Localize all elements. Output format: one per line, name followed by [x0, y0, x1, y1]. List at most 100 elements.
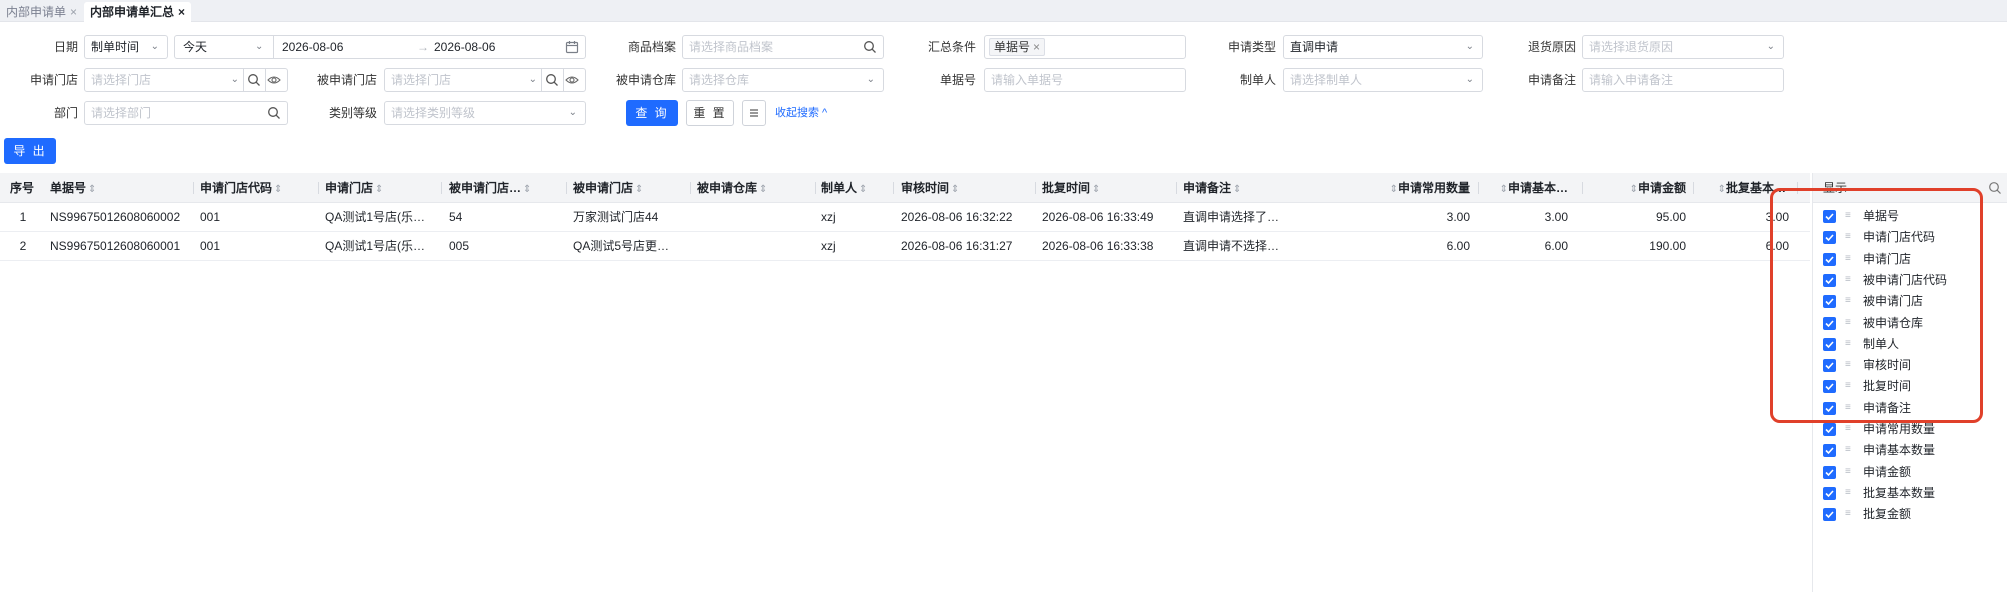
target-store-select[interactable]: 请选择门店 ⌄ — [384, 68, 586, 92]
column-header-label: 制单人 — [821, 181, 858, 195]
column-header[interactable]: 申请门店 ⇕ — [325, 173, 445, 203]
apply-type-select[interactable]: 直调申请 ⌄ — [1283, 35, 1483, 59]
department-select[interactable]: 请选择部门 — [84, 101, 288, 125]
sort-icon[interactable]: ⇕ — [1092, 184, 1100, 195]
summary-label: 汇总条件 — [927, 40, 976, 54]
column-header-label: 申请门店 — [325, 181, 374, 195]
column-header[interactable]: 被申请门店 ⇕ — [573, 173, 693, 203]
drag-handle-icon[interactable]: ≡ — [1845, 423, 1854, 435]
remark-input[interactable]: 请输入申请备注 — [1582, 68, 1784, 92]
check-icon — [1825, 511, 1834, 519]
search-icon[interactable] — [267, 106, 281, 120]
query-button[interactable]: 查 询 — [626, 100, 678, 126]
eye-icon[interactable] — [267, 73, 281, 87]
column-header-label: 序号 — [10, 181, 35, 195]
close-icon[interactable]: × — [178, 5, 185, 19]
drag-handle-icon[interactable]: ≡ — [1845, 444, 1854, 456]
product-select[interactable]: 请选择商品档案 — [682, 35, 884, 59]
table-row[interactable]: 1 NS99675012608060002 001 QA测试1号店(乐… 54 … — [0, 203, 1810, 232]
column-checkbox[interactable] — [1823, 423, 1836, 436]
sort-icon[interactable]: ⇕ — [759, 184, 767, 195]
drag-handle-icon[interactable]: ≡ — [1845, 487, 1854, 499]
column-header[interactable]: 序号 — [10, 173, 38, 203]
return-reason-placeholder: 请选择退货原因 — [1589, 40, 1674, 54]
tab-internal-request-summary[interactable]: 内部申请单汇总 × — [84, 2, 192, 22]
column-toggle-item[interactable]: ≡ 申请金额 — [1823, 462, 2003, 483]
doc-no-input[interactable]: 请输入单据号 — [984, 68, 1186, 92]
column-toggle-item[interactable]: ≡ 申请基本数量 — [1823, 440, 2003, 461]
date-type-select[interactable]: 制单时间 ⌄ — [84, 35, 168, 59]
column-header[interactable]: 申请备注 ⇕ — [1183, 173, 1343, 203]
sort-icon[interactable]: ⇕ — [1500, 184, 1508, 195]
creator-select[interactable]: 请选择制单人 ⌄ — [1283, 68, 1483, 92]
column-header[interactable]: 单据号 ⇕ — [50, 173, 190, 203]
cell-apply-amount: 190.00 — [1649, 239, 1686, 253]
column-header[interactable]: ⇕申请基本… — [1488, 173, 1568, 203]
table-header: 序号 单据号 ⇕ 申请门店代码 ⇕ 申请门店 ⇕ 被申请门店… ⇕ 被申请门店 ⇕ 被申请… — [0, 173, 1810, 203]
remark-label: 申请备注 — [1527, 73, 1576, 87]
column-header-label: 审核时间 — [901, 181, 950, 195]
cell-audit-time: 2026-08-06 16:31:27 — [901, 239, 1013, 253]
reset-button[interactable]: 重 置 — [686, 100, 734, 126]
sort-icon[interactable]: ⇕ — [1630, 184, 1638, 195]
date-range-picker[interactable]: 今天 ⌄ 2026-08-06 → 2026-08-06 — [174, 35, 586, 59]
list-settings-button[interactable] — [742, 100, 766, 126]
collapse-search-link[interactable]: 收起搜索 ^ — [775, 100, 827, 126]
sort-icon[interactable]: ⇕ — [274, 184, 282, 195]
apply-store-placeholder: 请选择门店 — [91, 73, 152, 87]
search-icon[interactable] — [247, 73, 261, 87]
sort-icon[interactable]: ⇕ — [1233, 184, 1241, 195]
cell-apply-store-code: 001 — [200, 210, 221, 224]
close-icon[interactable]: × — [1033, 40, 1040, 54]
sort-icon[interactable]: ⇕ — [1390, 184, 1398, 195]
column-header[interactable]: 申请门店代码 ⇕ — [200, 173, 320, 203]
column-checkbox[interactable] — [1823, 486, 1836, 500]
apply-store-select[interactable]: 请选择门店 ⌄ — [84, 68, 288, 92]
export-button[interactable]: 导 出 — [4, 138, 56, 164]
category-select[interactable]: 请选择类别等级 ⌄ — [384, 101, 586, 125]
drag-handle-icon[interactable]: ≡ — [1845, 466, 1854, 478]
column-header-label: 申请常用数量 — [1397, 181, 1470, 195]
column-checkbox[interactable] — [1823, 444, 1836, 458]
end-date[interactable]: 2026-08-06 — [434, 36, 495, 58]
tab-bar: 内部申请单 × 内部申请单汇总 × — [0, 0, 2007, 22]
column-header[interactable]: 被申请门店… ⇕ — [449, 173, 544, 203]
summary-select[interactable]: 单据号 × — [984, 35, 1186, 59]
search-icon[interactable] — [545, 73, 559, 87]
eye-icon[interactable] — [565, 73, 579, 87]
column-header[interactable]: 批复时间 ⇕ — [1042, 173, 1172, 203]
apply-type-label: 申请类型 — [1227, 40, 1276, 54]
sort-icon[interactable]: ⇕ — [1718, 184, 1726, 195]
search-icon[interactable] — [1988, 181, 2002, 195]
product-label: 商品档案 — [627, 40, 676, 54]
sort-icon[interactable]: ⇕ — [859, 184, 867, 195]
table-row[interactable]: 2 NS99675012608060001 001 QA测试1号店(乐… 005… — [0, 232, 1810, 261]
start-date[interactable]: 2026-08-06 — [282, 36, 343, 58]
close-icon[interactable]: × — [70, 5, 77, 19]
column-toggle-item[interactable]: ≡ 批复金额 — [1823, 504, 2003, 525]
sort-icon[interactable]: ⇕ — [375, 184, 383, 195]
tab-internal-request[interactable]: 内部申请单 × — [0, 2, 83, 22]
column-header[interactable]: 被申请仓库 ⇕ — [697, 173, 817, 203]
target-warehouse-select[interactable]: 请选择仓库 ⌄ — [682, 68, 884, 92]
cell-target-store-code: 005 — [449, 239, 470, 253]
column-header-label: 被申请门店… — [449, 181, 522, 195]
column-header[interactable]: ⇕申请常用数量 — [1378, 173, 1470, 203]
creator-placeholder: 请选择制单人 — [1290, 73, 1363, 87]
column-header[interactable]: 审核时间 ⇕ — [901, 173, 1031, 203]
column-header[interactable]: 制单人 ⇕ — [821, 173, 891, 203]
search-icon[interactable] — [863, 40, 877, 54]
sort-icon[interactable]: ⇕ — [635, 184, 643, 195]
sort-icon[interactable]: ⇕ — [88, 184, 96, 195]
column-checkbox[interactable] — [1823, 508, 1836, 522]
column-header[interactable]: ⇕申请金额 — [1590, 173, 1686, 203]
target-warehouse-placeholder: 请选择仓库 — [689, 73, 750, 87]
chevron-down-icon: ⌄ — [1766, 41, 1775, 52]
return-reason-select[interactable]: 请选择退货原因 ⌄ — [1582, 35, 1784, 59]
sort-icon[interactable]: ⇕ — [523, 184, 531, 195]
calendar-icon[interactable] — [565, 40, 579, 54]
sort-icon[interactable]: ⇕ — [951, 184, 959, 195]
drag-handle-icon[interactable]: ≡ — [1845, 508, 1854, 520]
column-toggle-item[interactable]: ≡ 批复基本数量 — [1823, 483, 2003, 504]
column-checkbox[interactable] — [1823, 465, 1836, 479]
